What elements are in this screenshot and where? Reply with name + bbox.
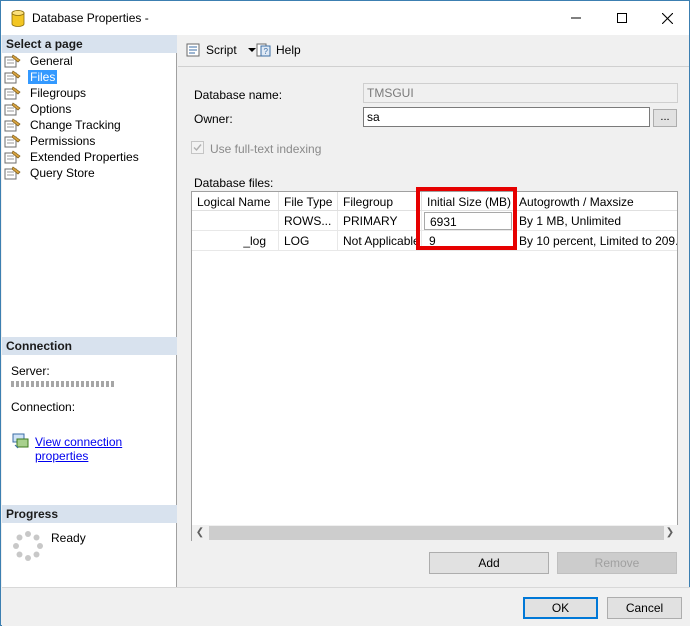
remove-button[interactable]: Remove — [557, 552, 677, 574]
help-button[interactable]: ? Help — [256, 43, 301, 57]
owner-label: Owner: — [194, 112, 233, 126]
owner-field[interactable]: sa — [363, 107, 650, 127]
page-label-permissions: Permissions — [30, 134, 96, 148]
left-panel: Select a page General Files Filegroups O… — [2, 35, 177, 587]
cell-filegroup[interactable]: Not Applicable — [338, 231, 422, 251]
ok-button[interactable]: OK — [523, 597, 598, 619]
owner-browse-button[interactable]: ... — [653, 109, 677, 127]
page-item-query-store[interactable]: Query Store — [4, 165, 176, 181]
page-label-query-store: Query Store — [30, 166, 95, 180]
page-item-permissions[interactable]: Permissions — [4, 133, 176, 149]
column-header-file-type[interactable]: File Type — [279, 192, 338, 211]
page-wrench-icon — [4, 102, 22, 116]
page-label-change-tracking: Change Tracking — [30, 118, 121, 132]
script-icon — [186, 43, 200, 57]
page-wrench-icon — [4, 118, 22, 132]
close-icon — [661, 12, 673, 24]
cancel-button[interactable]: Cancel — [607, 597, 682, 619]
add-button[interactable]: Add — [429, 552, 549, 574]
cell-logical-name[interactable]: _log — [192, 231, 279, 251]
database-name-field: TMSGUI — [363, 83, 678, 103]
server-value-redacted — [11, 381, 115, 387]
cell-file-type: LOG — [279, 231, 338, 251]
page-label-filegroups: Filegroups — [30, 86, 87, 100]
page-list: General Files Filegroups Options Change … — [4, 53, 176, 181]
title-bar[interactable]: Database Properties - — [1, 1, 689, 35]
page-wrench-icon — [4, 54, 22, 68]
scroll-right-icon[interactable]: ❯ — [662, 527, 678, 539]
cell-autogrowth[interactable]: By 10 percent, Limited to 209... — [514, 231, 677, 251]
page-item-change-tracking[interactable]: Change Tracking — [4, 117, 176, 133]
page-wrench-icon — [4, 86, 22, 100]
maximize-button[interactable] — [599, 1, 645, 35]
help-label: Help — [276, 43, 301, 57]
highlight-box — [416, 187, 517, 250]
help-icon: ? — [256, 43, 271, 57]
view-connection-properties-link[interactable]: View connection properties — [35, 435, 176, 463]
script-label: Script — [206, 43, 237, 57]
page-label-general: General — [30, 54, 73, 68]
cell-file-type: ROWS... — [279, 211, 338, 231]
database-properties-window: Database Properties - Select a page Gene… — [0, 0, 690, 626]
maximize-icon — [617, 13, 627, 23]
connection-properties-icon — [12, 433, 29, 449]
database-files-label: Database files: — [194, 176, 274, 190]
fulltext-label: Use full-text indexing — [210, 142, 322, 156]
svg-text:?: ? — [264, 47, 269, 56]
cell-autogrowth[interactable]: By 1 MB, Unlimited — [514, 211, 677, 231]
column-header-filegroup[interactable]: Filegroup — [338, 192, 422, 211]
page-wrench-icon — [4, 150, 22, 164]
progress-spinner-icon — [13, 531, 43, 561]
select-page-heading: Select a page — [2, 35, 177, 53]
page-item-general[interactable]: General — [4, 53, 176, 69]
page-item-options[interactable]: Options — [4, 101, 176, 117]
fulltext-checkbox[interactable] — [191, 141, 204, 154]
minimize-button[interactable] — [553, 1, 599, 35]
cell-filegroup[interactable]: PRIMARY — [338, 211, 422, 231]
column-header-autogrowth[interactable]: Autogrowth / Maxsize — [514, 192, 677, 211]
page-item-files[interactable]: Files — [4, 69, 176, 85]
minimize-icon — [571, 17, 581, 19]
server-label: Server: — [11, 364, 50, 378]
page-label-options: Options — [30, 102, 72, 116]
database-icon — [11, 10, 25, 27]
close-button[interactable] — [644, 1, 690, 35]
page-label-files: Files — [28, 70, 58, 84]
connection-label: Connection: — [11, 400, 76, 414]
page-item-extended-properties[interactable]: Extended Properties — [4, 149, 176, 165]
cell-logical-name[interactable] — [192, 211, 279, 231]
page-wrench-icon — [4, 134, 22, 148]
window-title: Database Properties - — [32, 11, 149, 25]
toolbar: Script ? Help — [178, 35, 689, 67]
page-wrench-icon — [4, 70, 22, 84]
page-wrench-icon — [4, 166, 22, 180]
page-label-extended-properties: Extended Properties — [30, 150, 139, 164]
scroll-left-icon[interactable]: ❮ — [192, 527, 208, 539]
connection-heading: Connection — [2, 337, 177, 355]
progress-status: Ready — [51, 531, 86, 545]
column-header-logical-name[interactable]: Logical Name — [192, 192, 279, 211]
scroll-thumb[interactable] — [209, 526, 664, 540]
database-name-label: Database name: — [194, 88, 283, 102]
page-item-filegroups[interactable]: Filegroups — [4, 85, 176, 101]
progress-heading: Progress — [2, 505, 177, 523]
script-button[interactable]: Script — [186, 43, 257, 57]
checkmark-icon — [193, 144, 202, 152]
horizontal-scrollbar[interactable]: ❮ ❯ — [192, 525, 678, 541]
